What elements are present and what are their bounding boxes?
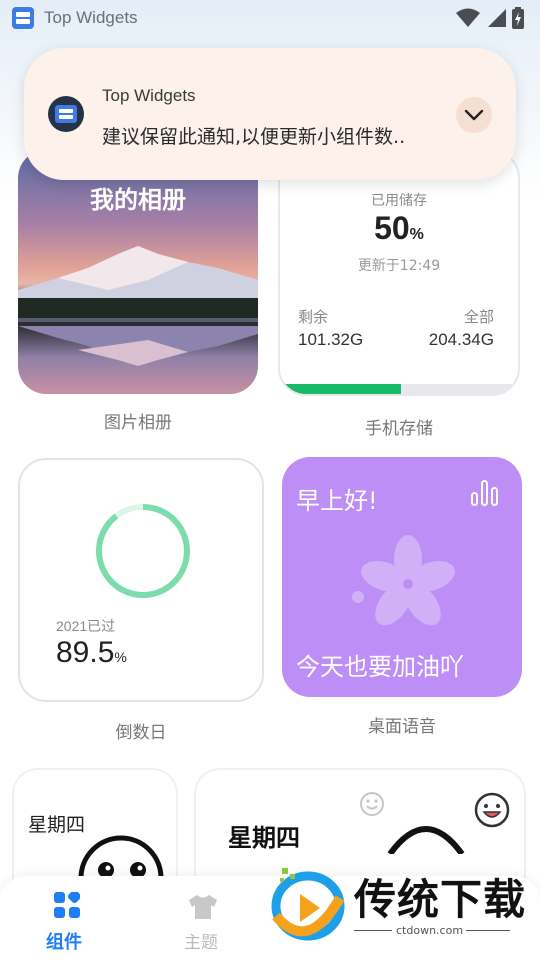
storage-progress-bar bbox=[280, 384, 518, 394]
storage-progress-fill bbox=[280, 384, 401, 394]
bars-icon bbox=[471, 480, 498, 506]
voice-widget[interactable]: 早上好! 今天也要加油吖 bbox=[282, 457, 522, 697]
laugh-sticker-icon bbox=[474, 792, 510, 828]
tab-themes-label: 主题 bbox=[184, 933, 218, 953]
storage-total-value: 204.34G bbox=[428, 330, 494, 349]
watermark-line-right bbox=[466, 930, 510, 931]
tab-themes[interactable]: 主题 bbox=[170, 876, 240, 960]
notification-app-icon bbox=[48, 96, 84, 132]
notification-expand-button[interactable] bbox=[456, 97, 492, 133]
countdown-number: 89.5 bbox=[56, 636, 115, 669]
wifi-icon bbox=[456, 8, 480, 27]
storage-total-label: 全部 bbox=[463, 308, 494, 326]
storage-updated: 更新于12:49 bbox=[357, 258, 441, 274]
watermark-brand: 传统下载 bbox=[354, 875, 527, 924]
storage-widget[interactable]: 已用储存 50% 更新于12:49 剩余 全部 101.32G 204.34G bbox=[278, 150, 520, 396]
storage-widget-label: 手机存储 bbox=[365, 419, 433, 439]
status-icons bbox=[456, 7, 524, 29]
status-bar: Top Widgets bbox=[0, 0, 540, 36]
countdown-widget-label: 倒数日 bbox=[115, 723, 167, 743]
weekday-label-large: 星期四 bbox=[228, 824, 300, 852]
signal-icon bbox=[488, 9, 506, 27]
storage-percent: 50% bbox=[280, 210, 518, 247]
voice-message: 今天也要加油吖 bbox=[296, 653, 464, 681]
storage-remaining-label: 剩余 bbox=[298, 308, 329, 326]
countdown-widget[interactable]: 2021已过 89.5% bbox=[18, 458, 264, 702]
storage-used-label: 已用储存 bbox=[371, 193, 427, 209]
storage-percent-unit: % bbox=[409, 226, 424, 243]
tab-widgets-label: 组件 bbox=[46, 932, 82, 953]
shirt-icon bbox=[189, 895, 217, 919]
status-app-title: Top Widgets bbox=[44, 8, 138, 27]
watermark: 传统下载 ctdown.com bbox=[268, 858, 540, 960]
countdown-unit: % bbox=[114, 649, 127, 665]
year-progress-ring bbox=[96, 504, 190, 598]
watermark-url: ctdown.com bbox=[396, 924, 464, 937]
notification-banner[interactable]: Top Widgets 建议保留此通知,以便更新小组件数.. bbox=[24, 48, 516, 180]
flower-icon bbox=[352, 535, 456, 626]
app-icon bbox=[12, 7, 34, 29]
countdown-value: 89.5% bbox=[56, 636, 127, 670]
voice-greeting: 早上好! bbox=[296, 487, 378, 515]
tab-widgets[interactable]: 组件 bbox=[30, 876, 110, 960]
watermark-logo-icon bbox=[271, 868, 345, 941]
battery-icon bbox=[512, 7, 524, 29]
watermark-line-left bbox=[354, 930, 392, 931]
album-widget[interactable]: 我的相册 bbox=[18, 150, 258, 394]
notification-app-name: Top Widgets bbox=[102, 86, 196, 105]
storage-percent-value: 50 bbox=[374, 210, 410, 246]
countdown-sub-label: 2021已过 bbox=[56, 618, 116, 634]
voice-widget-label: 桌面语音 bbox=[368, 717, 436, 737]
album-widget-label: 图片相册 bbox=[104, 413, 172, 433]
chevron-down-icon bbox=[464, 109, 484, 121]
notification-message: 建议保留此通知,以便更新小组件数.. bbox=[102, 126, 406, 148]
album-title: 我的相册 bbox=[90, 186, 186, 214]
smile-sticker-icon bbox=[360, 792, 384, 816]
widgets-icon bbox=[54, 892, 80, 918]
storage-remaining-value: 101.32G bbox=[298, 330, 364, 349]
face-outline-icon bbox=[387, 826, 465, 854]
